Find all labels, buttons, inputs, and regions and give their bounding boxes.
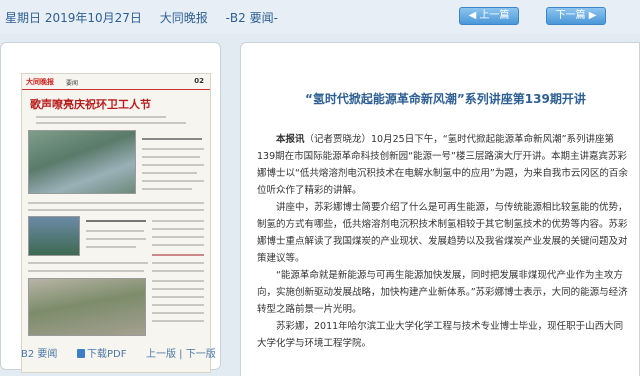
download-pdf-link[interactable]: 下载PDF bbox=[77, 345, 126, 360]
arrow-left-icon: ◀ bbox=[468, 10, 480, 21]
article-paragraph: 讲座中，苏彩娜博士简要介绍了什么是可再生能源，与传统能源相比较氢能的优势，制氢的… bbox=[257, 202, 628, 264]
thumbnail-photo-2 bbox=[28, 216, 80, 256]
article-paragraph: 苏彩娜，2011年哈尔滨工业大学化学工程与技术专业博士毕业，现任职于山西大同大学… bbox=[257, 321, 624, 349]
article-paragraph: 本报讯（记者贾晓龙）10月25日下午，“氢时代掀起能源革命新风潮”系列讲座第13… bbox=[257, 134, 628, 196]
arrow-right-icon: ▶ bbox=[585, 10, 597, 21]
prev-article-button[interactable]: ◀ 上一篇 bbox=[459, 7, 519, 25]
issue-info: 星期日 2019年10月27日 大同晚报 -B2 要闻- bbox=[5, 9, 292, 26]
thumbnail-photo-1 bbox=[28, 130, 136, 194]
article-paragraph: “能源革命就是新能源与可再生能源加快发展，同时把发展非煤现代产业作为主攻方向，实… bbox=[257, 270, 628, 315]
thumbnail-headline: 歌声嘹亮庆祝环卫工人节 bbox=[30, 98, 151, 111]
thumbnail-photo-3 bbox=[28, 278, 146, 336]
page-preview-panel: 大同晚报 要闻 02 歌声嘹亮庆祝环卫工人节 B2 要闻 下载PDF 上一版 |… bbox=[0, 42, 221, 373]
issue-date: 星期日 2019年10月27日 bbox=[5, 11, 142, 25]
page-label: B2 要闻 bbox=[21, 349, 58, 360]
page-nav-links[interactable]: 上一版 | 下一版 bbox=[146, 345, 216, 360]
article-panel: “氢时代掀起能源革命新风潮”系列讲座第139期开讲 本报讯（记者贾晓龙）10月2… bbox=[240, 42, 640, 376]
thumbnail-page-number: 02 bbox=[194, 77, 204, 85]
paper-name: 大同晚报 bbox=[159, 11, 208, 25]
thumbnail-section: 要闻 bbox=[66, 80, 79, 87]
top-bar: 星期日 2019年10月27日 大同晚报 -B2 要闻- ◀ 上一篇 下一篇 ▶ bbox=[0, 0, 640, 34]
article-title: “氢时代掀起能源革命新风潮”系列讲座第139期开讲 bbox=[305, 92, 586, 106]
article-lead: 本报讯 bbox=[276, 134, 305, 145]
thumbnail-logo: 大同晚报 bbox=[26, 77, 54, 86]
next-article-button[interactable]: 下一篇 ▶ bbox=[546, 7, 606, 25]
thumbnail-masthead: 大同晚报 要闻 02 bbox=[22, 74, 210, 90]
page-thumbnail[interactable]: 大同晚报 要闻 02 歌声嘹亮庆祝环卫工人节 bbox=[21, 73, 211, 373]
page-name: -B2 要闻- bbox=[225, 11, 278, 25]
article-body: 本报讯（记者贾晓龙）10月25日下午，“氢时代掀起能源革命新风潮”系列讲座第13… bbox=[257, 131, 629, 352]
pdf-icon bbox=[77, 349, 85, 358]
